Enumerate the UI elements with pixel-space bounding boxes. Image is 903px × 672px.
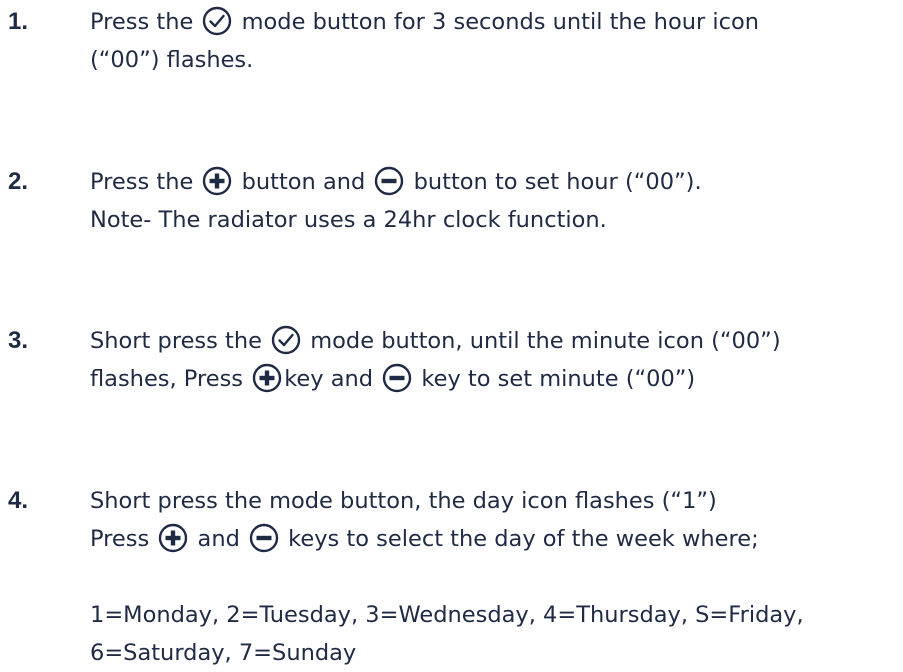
step-text: Short press the mode button, until the m… bbox=[90, 322, 900, 398]
step-line: Press the button and button to set hour … bbox=[90, 163, 900, 201]
step-text-fragment: button and bbox=[234, 169, 373, 195]
step-text-fragment: 6=Saturday, 7=Sunday bbox=[90, 640, 357, 666]
step-text: Press the button and button to set hour … bbox=[90, 163, 900, 239]
step-text-fragment: Note- The radiator uses a 24hr clock fun… bbox=[90, 207, 607, 233]
step-text-fragment: and bbox=[190, 526, 248, 552]
step-text-fragment: Short press the mode button, the day ico… bbox=[90, 488, 717, 514]
step-text-fragment: keys to select the day of the week where… bbox=[281, 526, 759, 552]
step-line: 1=Monday, 2=Tuesday, 3=Wednesday, 4=Thur… bbox=[90, 596, 900, 634]
minus-circle-icon bbox=[382, 363, 412, 393]
step-line: 6=Saturday, 7=Sunday bbox=[90, 634, 900, 672]
step-text-fragment: flashes, Press bbox=[90, 366, 251, 392]
step-text-fragment: Short press the bbox=[90, 328, 270, 354]
step-line: (“00”) flashes. bbox=[90, 41, 900, 79]
plus-circle-icon bbox=[252, 363, 282, 393]
check-circle-icon bbox=[202, 6, 232, 36]
step-text-fragment: key to set minute (“00”) bbox=[414, 366, 696, 392]
plus-circle-icon bbox=[202, 166, 232, 196]
plus-circle-icon bbox=[158, 523, 188, 553]
step-text: Press the mode button for 3 seconds unti… bbox=[90, 3, 900, 79]
step-line: flashes, Press key and key to set minute… bbox=[90, 360, 900, 398]
step-text-fragment: Press bbox=[90, 526, 157, 552]
step-text-fragment: mode button, until the minute icon (“00”… bbox=[303, 328, 781, 354]
step-line: Press and keys to select the day of the … bbox=[90, 520, 900, 558]
step-text-fragment: mode button for 3 seconds until the hour… bbox=[234, 9, 760, 35]
step-line: Short press the mode button, the day ico… bbox=[90, 482, 900, 520]
step-number: 3. bbox=[8, 327, 29, 354]
step-line: Note- The radiator uses a 24hr clock fun… bbox=[90, 201, 900, 239]
minus-circle-icon bbox=[249, 523, 279, 553]
step-number: 1. bbox=[8, 8, 29, 35]
step-number: 2. bbox=[8, 168, 29, 195]
step-text-fragment: button to set hour (“00”). bbox=[406, 169, 702, 195]
step-text-fragment: key and bbox=[284, 366, 381, 392]
minus-circle-icon bbox=[374, 166, 404, 196]
step-line: Press the mode button for 3 seconds unti… bbox=[90, 3, 900, 41]
step-text-fragment: Press the bbox=[90, 169, 201, 195]
step-text-fragment: Press the bbox=[90, 9, 201, 35]
step-line bbox=[90, 558, 900, 596]
step-line: Short press the mode button, until the m… bbox=[90, 322, 900, 360]
step-text-fragment: (“00”) flashes. bbox=[90, 47, 254, 73]
step-number: 4. bbox=[8, 487, 29, 514]
step-text-fragment: 1=Monday, 2=Tuesday, 3=Wednesday, 4=Thur… bbox=[90, 602, 804, 628]
step-text: Short press the mode button, the day ico… bbox=[90, 482, 900, 672]
check-circle-icon bbox=[271, 325, 301, 355]
